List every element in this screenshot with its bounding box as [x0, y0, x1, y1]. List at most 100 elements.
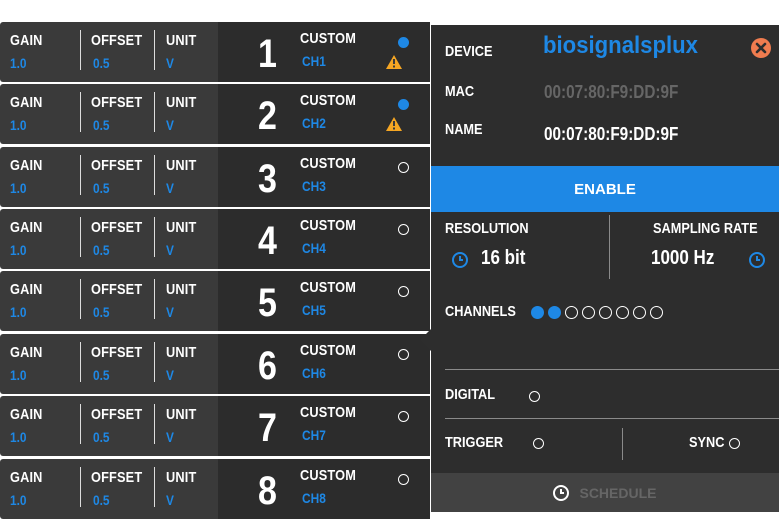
channel-name[interactable]: CH6	[302, 365, 326, 381]
offset-value[interactable]: 0.5	[93, 242, 110, 258]
sync-radio[interactable]	[729, 438, 740, 449]
channel-row[interactable]: GAIN 1.0 OFFSET 0.5 UNIT V 6 CUSTOM CH6	[0, 334, 430, 394]
channel-indicator-dot[interactable]	[633, 306, 646, 320]
warning-triangle-icon[interactable]	[386, 55, 402, 69]
channel-indicator-dot[interactable]	[582, 306, 595, 320]
channel-number: 1	[258, 32, 277, 76]
divider	[154, 92, 155, 132]
clock-icon	[749, 252, 765, 268]
channel-name[interactable]: CH4	[302, 240, 326, 256]
divider	[80, 217, 81, 257]
channel-active-radio[interactable]	[398, 224, 409, 235]
channel-active-radio[interactable]	[398, 99, 409, 110]
divider	[154, 342, 155, 382]
unit-value[interactable]: V	[166, 180, 174, 196]
unit-value[interactable]: V	[166, 242, 174, 258]
unit-value[interactable]: V	[166, 367, 174, 383]
channel-row[interactable]: GAIN 1.0 OFFSET 0.5 UNIT V 8 CUSTOM CH8	[0, 459, 430, 519]
divider	[80, 30, 81, 70]
offset-value[interactable]: 0.5	[93, 55, 110, 71]
mac-value: 00:07:80:F9:DD:9F	[544, 82, 679, 102]
divider	[445, 369, 779, 370]
channel-row[interactable]: GAIN 1.0 OFFSET 0.5 UNIT V 2 CUSTOM CH2	[0, 84, 430, 144]
unit-value[interactable]: V	[166, 55, 174, 71]
channel-number: 4	[258, 219, 277, 263]
gain-value[interactable]: 1.0	[10, 304, 27, 320]
channels-label: CHANNELS	[445, 303, 516, 320]
gain-value[interactable]: 1.0	[10, 367, 27, 383]
offset-label: OFFSET	[91, 94, 143, 111]
channel-name[interactable]: CH2	[302, 115, 326, 131]
channel-name[interactable]: CH5	[302, 302, 326, 318]
channel-active-radio[interactable]	[398, 411, 409, 422]
offset-value[interactable]: 0.5	[93, 117, 110, 133]
schedule-label: SCHEDULE	[579, 484, 657, 501]
sampling-rate-label: SAMPLING RATE	[653, 220, 758, 237]
channel-indicator-dot[interactable]	[548, 306, 561, 320]
channel-name[interactable]: CH8	[302, 490, 326, 506]
offset-value[interactable]: 0.5	[93, 429, 110, 445]
trigger-radio[interactable]	[533, 438, 544, 449]
sensor-type-label: CUSTOM	[300, 30, 357, 47]
channel-name[interactable]: CH7	[302, 427, 326, 443]
unit-value[interactable]: V	[166, 429, 174, 445]
channel-row[interactable]: GAIN 1.0 OFFSET 0.5 UNIT V 5 CUSTOM CH5	[0, 271, 430, 331]
sensor-type-label: CUSTOM	[300, 404, 357, 421]
channel-active-radio[interactable]	[398, 286, 409, 297]
close-x-icon[interactable]	[751, 38, 771, 58]
channel-name[interactable]: CH3	[302, 178, 326, 194]
divider	[80, 342, 81, 382]
channel-row[interactable]: GAIN 1.0 OFFSET 0.5 UNIT V 3 CUSTOM CH3	[0, 147, 430, 207]
channel-indicator-dot[interactable]	[599, 306, 612, 320]
device-panel: DEVICE biosignalsplux MAC 00:07:80:F9:DD…	[431, 25, 779, 512]
name-value[interactable]: 00:07:80:F9:DD:9F	[544, 124, 678, 145]
digital-radio[interactable]	[529, 391, 540, 402]
gain-value[interactable]: 1.0	[10, 242, 27, 258]
channel-indicator-dot[interactable]	[565, 306, 578, 320]
channel-row[interactable]: GAIN 1.0 OFFSET 0.5 UNIT V 4 CUSTOM CH4	[0, 209, 430, 269]
gain-value[interactable]: 1.0	[10, 117, 27, 133]
digital-label: DIGITAL	[445, 386, 496, 403]
channel-active-radio[interactable]	[398, 349, 409, 360]
trigger-label: TRIGGER	[445, 434, 504, 451]
warning-triangle-icon[interactable]	[386, 117, 402, 131]
unit-value[interactable]: V	[166, 117, 174, 133]
channel-row[interactable]: GAIN 1.0 OFFSET 0.5 UNIT V 1 CUSTOM CH1	[0, 22, 430, 82]
gain-value[interactable]: 1.0	[10, 492, 27, 508]
name-label: NAME	[445, 121, 483, 138]
gain-label: GAIN	[10, 406, 43, 423]
channel-indicator-dot[interactable]	[650, 306, 663, 320]
resolution-value[interactable]: 16 bit	[481, 247, 525, 270]
sensor-type-label: CUSTOM	[300, 217, 357, 234]
unit-value[interactable]: V	[166, 492, 174, 508]
unit-label: UNIT	[166, 281, 197, 298]
offset-value[interactable]: 0.5	[93, 367, 110, 383]
gain-value[interactable]: 1.0	[10, 180, 27, 196]
unit-value[interactable]: V	[166, 304, 174, 320]
channel-active-radio[interactable]	[398, 37, 409, 48]
gain-value[interactable]: 1.0	[10, 55, 27, 71]
divider	[80, 279, 81, 319]
gain-label: GAIN	[10, 94, 43, 111]
sampling-rate-value[interactable]: 1000 Hz	[651, 247, 714, 270]
schedule-button[interactable]: SCHEDULE	[431, 473, 779, 512]
sensor-type-label: CUSTOM	[300, 279, 357, 296]
gain-value[interactable]: 1.0	[10, 429, 27, 445]
gain-label: GAIN	[10, 219, 43, 236]
offset-value[interactable]: 0.5	[93, 180, 110, 196]
channel-active-radio[interactable]	[398, 474, 409, 485]
offset-value[interactable]: 0.5	[93, 304, 110, 320]
offset-label: OFFSET	[91, 406, 143, 423]
offset-value[interactable]: 0.5	[93, 492, 110, 508]
sensor-type-label: CUSTOM	[300, 155, 357, 172]
resolution-divider	[609, 215, 610, 279]
channel-indicator-dot[interactable]	[616, 306, 629, 320]
enable-button[interactable]: ENABLE	[431, 166, 779, 212]
divider	[154, 404, 155, 444]
gain-label: GAIN	[10, 157, 43, 174]
channel-active-radio[interactable]	[398, 162, 409, 173]
channel-name[interactable]: CH1	[302, 53, 326, 69]
channel-indicator-dot[interactable]	[531, 306, 544, 320]
channel-row[interactable]: GAIN 1.0 OFFSET 0.5 UNIT V 7 CUSTOM CH7	[0, 396, 430, 456]
divider	[80, 467, 81, 507]
